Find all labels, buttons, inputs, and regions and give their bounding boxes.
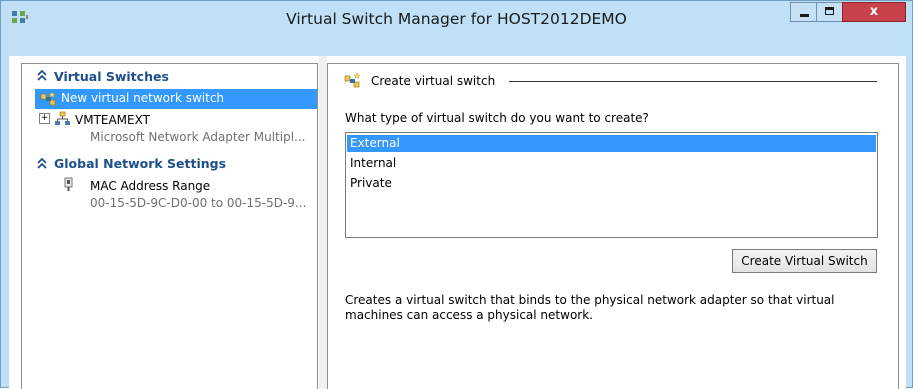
group-box-title: Create virtual switch <box>371 74 496 88</box>
section-global-network-settings[interactable]: Global Network Settings <box>54 156 226 171</box>
close-icon: x <box>869 4 879 19</box>
tree-item-sublabel: 00-15-5D-9C-D0-00 to 00-15-5D-9... <box>90 196 307 210</box>
expand-icon[interactable]: + <box>39 113 50 124</box>
maximize-button[interactable] <box>816 2 843 22</box>
switch-type-listbox[interactable]: External Internal Private <box>345 132 878 238</box>
switch-type-question: What type of virtual switch do you want … <box>345 111 649 125</box>
window-title: Virtual Switch Manager for HOST2012DEMO <box>286 10 627 28</box>
tree-item-sublabel: Microsoft Network Adapter Multipl... <box>90 130 306 144</box>
close-button[interactable]: x <box>842 2 906 22</box>
minimize-icon <box>800 14 809 17</box>
new-switch-icon <box>40 91 56 106</box>
tree-item-vmteamext[interactable]: VMTEAMEXT <box>75 113 150 127</box>
collapse-section-icon[interactable] <box>37 70 47 81</box>
tree-item-label: New virtual network switch <box>61 91 225 105</box>
virtual-switch-manager-window: Virtual Switch Manager for HOST2012DEMO … <box>0 0 913 389</box>
option-external[interactable]: External <box>347 135 876 152</box>
create-switch-icon <box>344 72 361 88</box>
switch-type-description: Creates a virtual switch that binds to t… <box>345 293 835 322</box>
option-internal[interactable]: Internal <box>347 155 876 172</box>
option-private[interactable]: Private <box>347 175 876 192</box>
maximize-icon <box>825 7 834 15</box>
tree-item-mac-address-range[interactable]: MAC Address Range <box>90 179 210 193</box>
minimize-button[interactable] <box>790 2 817 22</box>
group-box-divider <box>509 81 877 82</box>
mac-address-icon <box>64 177 73 191</box>
section-virtual-switches[interactable]: Virtual Switches <box>54 69 169 84</box>
network-switch-icon <box>55 111 70 125</box>
panel-splitter[interactable] <box>319 56 327 389</box>
title-bar[interactable]: Virtual Switch Manager for HOST2012DEMO … <box>1 1 912 41</box>
create-virtual-switch-button[interactable]: Create Virtual Switch <box>732 249 877 273</box>
collapse-section-icon[interactable] <box>37 158 47 169</box>
